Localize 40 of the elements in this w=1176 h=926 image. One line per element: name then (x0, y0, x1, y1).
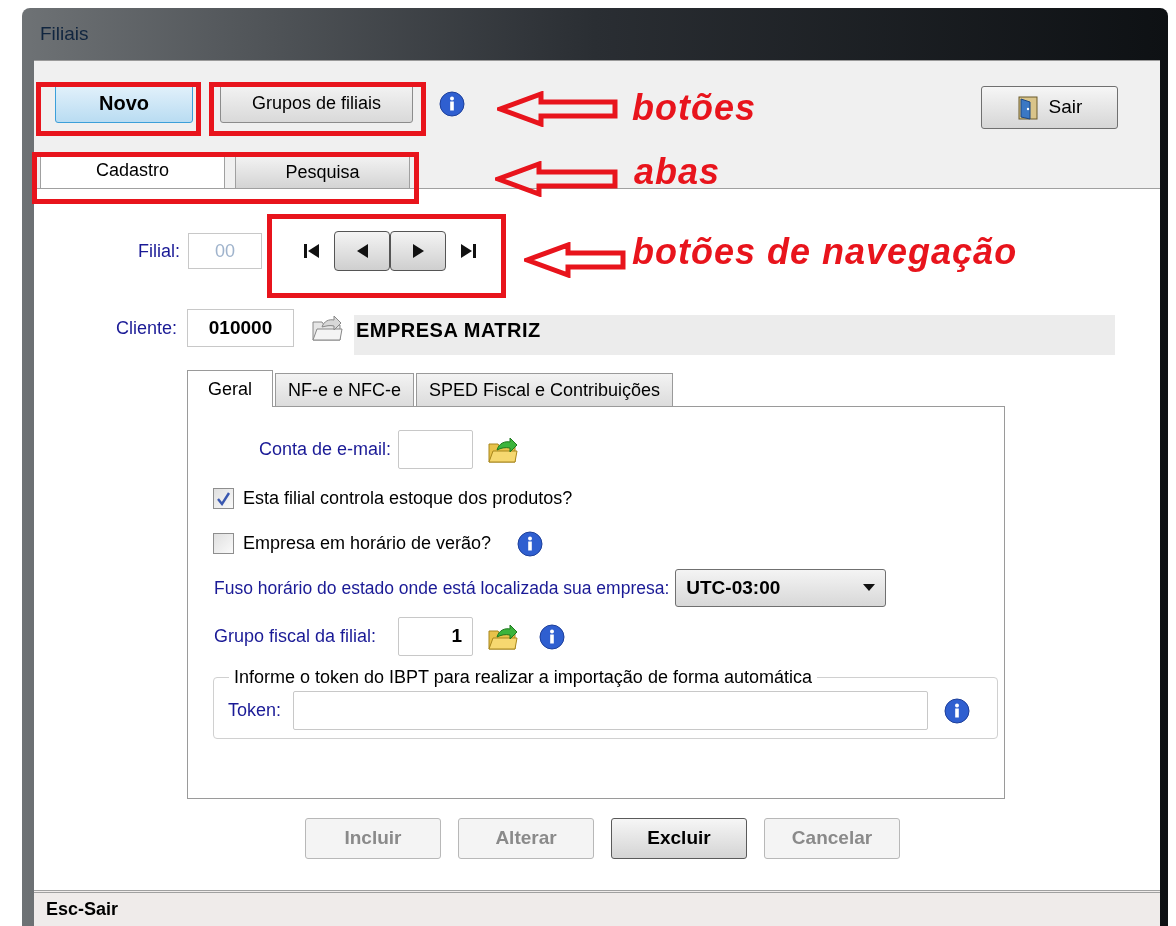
field-label: Token: (228, 699, 282, 722)
info-icon (439, 91, 465, 117)
token-field[interactable] (293, 691, 929, 730)
checkbox[interactable] (213, 488, 234, 509)
field-label: Grupo fiscal da filial: (214, 625, 378, 648)
field-label: Fuso horário do estado onde está localizada sua empresa: (214, 576, 670, 600)
status-text: Esc-Sair (46, 898, 119, 921)
check-icon (216, 491, 231, 506)
checkbox-label: Empresa em horário de verão? (243, 532, 492, 555)
field-label: Conta de e-mail: (257, 438, 391, 461)
annotation-text: botões de navegação (632, 230, 1018, 274)
tab[interactable]: NF-e e NFC-e (275, 373, 414, 406)
dropdown-value: UTC-03:00 (686, 575, 781, 600)
annotation-text: abas (634, 150, 721, 194)
client-code-field[interactable]: 010000 (187, 309, 294, 347)
email-field[interactable] (398, 430, 473, 469)
field-label: Filial: (137, 239, 180, 263)
info-icon (539, 623, 565, 650)
tab[interactable]: SPED Fiscal e Contribuições (416, 373, 674, 406)
fiscal-group-field[interactable]: 1 (398, 617, 473, 656)
field-label: Cliente: (114, 316, 177, 340)
navigation-button[interactable] (390, 231, 446, 271)
tab[interactable]: Geral (187, 370, 273, 407)
arrow-icon (497, 91, 618, 127)
tab[interactable]: Pesquisa (235, 156, 410, 188)
timezone-dropdown[interactable]: UTC-03:00 (675, 569, 887, 607)
checkbox[interactable] (213, 533, 234, 554)
arrow-icon (524, 242, 626, 278)
group-title: Informe o token do IBPT para realizar a importação de forma automática (233, 666, 813, 689)
info-icon (944, 697, 971, 724)
exit-button[interactable]: Sair (981, 86, 1118, 129)
door-icon (1016, 94, 1041, 121)
client-name: EMPRESA MATRIZ (354, 315, 1115, 355)
caret-icon (863, 584, 876, 592)
annotation-text: botões (632, 86, 756, 130)
arrow-icon (495, 161, 618, 197)
checkbox-label: Esta filial controla estoque dos produtos? (243, 487, 573, 510)
navigation-button[interactable] (334, 231, 390, 271)
action-button[interactable]: Excluir (611, 818, 747, 859)
window-title: Filiais (40, 21, 89, 46)
